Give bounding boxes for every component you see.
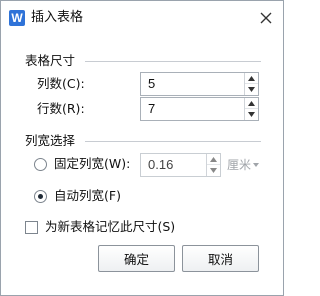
wps-writer-logo-icon: W — [9, 10, 25, 26]
rows-stepper-arrows — [244, 98, 258, 120]
unit-dropdown-caret-icon[interactable] — [253, 163, 259, 167]
table-size-section-title: 表格尺寸 — [25, 53, 76, 69]
chevron-down-icon — [210, 168, 217, 173]
rows-label: 行数(R): — [37, 101, 85, 116]
columns-stepper[interactable]: 5 — [140, 72, 259, 96]
cancel-button[interactable]: 取消 — [182, 245, 259, 272]
columns-label: 列数(C): — [37, 76, 85, 91]
fixed-width-decrement-button[interactable] — [207, 165, 220, 176]
chevron-down-icon — [248, 112, 255, 117]
columns-decrement-button[interactable] — [245, 84, 258, 95]
section-divider — [85, 61, 261, 62]
rows-value[interactable]: 7 — [148, 101, 155, 117]
close-button[interactable] — [255, 7, 277, 29]
fixed-width-radio[interactable] — [34, 158, 47, 171]
insert-table-dialog: W 插入表格 表格尺寸 列数(C): 5 行数(R): 7 列宽选择 固定列宽(… — [0, 0, 284, 296]
remember-size-checkbox[interactable] — [25, 221, 38, 234]
columns-stepper-arrows — [244, 73, 258, 95]
dialog-title: 插入表格 — [31, 10, 84, 25]
rows-decrement-button[interactable] — [245, 109, 258, 120]
fixed-width-label[interactable]: 固定列宽(W): — [54, 156, 130, 172]
auto-width-label[interactable]: 自动列宽(F) — [54, 188, 121, 204]
title-bar[interactable]: W 插入表格 — [1, 1, 283, 35]
auto-width-radio[interactable] — [34, 190, 47, 203]
chevron-up-icon — [210, 156, 217, 162]
chevron-up-icon — [248, 75, 255, 81]
columns-value[interactable]: 5 — [148, 76, 155, 92]
fixed-width-increment-button[interactable] — [207, 154, 220, 165]
section-divider — [85, 141, 261, 142]
ok-button[interactable]: 确定 — [98, 245, 175, 272]
rows-increment-button[interactable] — [245, 98, 258, 109]
close-icon — [260, 12, 272, 24]
fixed-width-stepper-arrows — [206, 154, 220, 176]
fixed-width-value[interactable]: 0.16 — [148, 157, 173, 173]
fixed-width-stepper[interactable]: 0.16 — [140, 153, 221, 177]
rows-stepper[interactable]: 7 — [140, 97, 259, 121]
chevron-up-icon — [248, 100, 255, 106]
unit-selector[interactable]: 厘米 — [227, 157, 251, 173]
column-width-section-title: 列宽选择 — [25, 133, 76, 149]
remember-size-label[interactable]: 为新表格记忆此尺寸(S) — [45, 219, 175, 235]
chevron-down-icon — [248, 87, 255, 92]
columns-increment-button[interactable] — [245, 73, 258, 84]
